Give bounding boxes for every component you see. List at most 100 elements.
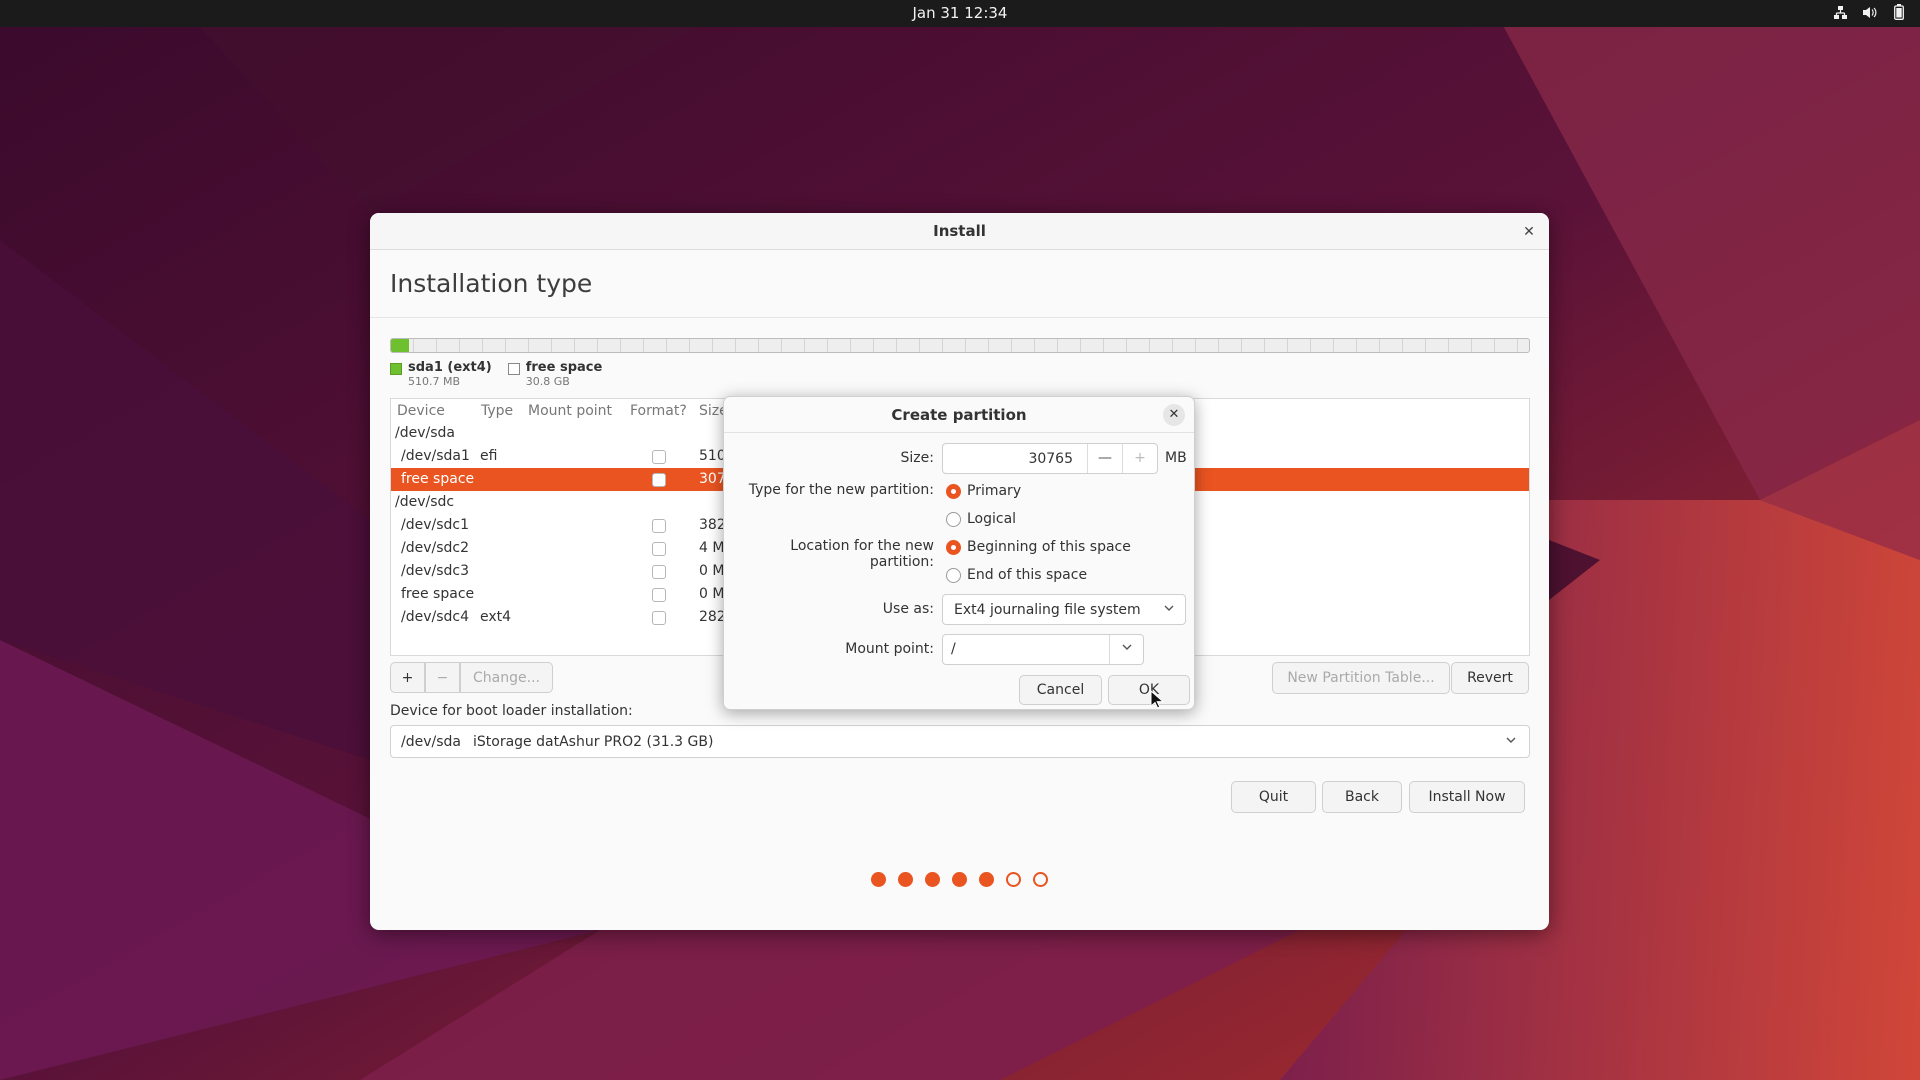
column-header-type[interactable]: Type bbox=[481, 403, 513, 419]
beginning-label: Beginning of this space bbox=[967, 539, 1131, 555]
mount-point-combo[interactable]: / bbox=[942, 634, 1144, 665]
partition-toolbar: + − Change... bbox=[390, 662, 553, 693]
legend-item: free space 30.8 GB bbox=[507, 360, 603, 388]
change-partition-button[interactable]: Change... bbox=[460, 662, 553, 693]
primary-label: Primary bbox=[967, 483, 1022, 499]
quit-button[interactable]: Quit bbox=[1231, 781, 1316, 813]
column-header-device[interactable]: Device bbox=[397, 403, 445, 419]
new-partition-table-button[interactable]: New Partition Table... bbox=[1272, 662, 1450, 694]
size-spinbox[interactable]: 30765 — + bbox=[942, 443, 1158, 474]
device-cell: /dev/sda bbox=[395, 425, 455, 441]
radio-unselected-icon bbox=[946, 511, 961, 527]
progress-dot bbox=[871, 872, 886, 887]
logical-label: Logical bbox=[967, 511, 1017, 527]
use-as-value: Ext4 journaling file system bbox=[954, 602, 1141, 618]
end-label: End of this space bbox=[967, 567, 1088, 583]
cancel-button[interactable]: Cancel bbox=[1019, 675, 1102, 705]
location-label: Location for the new partition: bbox=[790, 538, 934, 570]
mount-point-value: / bbox=[951, 641, 956, 657]
size-cell: 307 bbox=[699, 471, 726, 487]
format-checkbox[interactable] bbox=[652, 611, 666, 625]
size-value: 30765 bbox=[1028, 451, 1073, 467]
volume-icon[interactable] bbox=[1862, 4, 1877, 20]
legend-item: sda1 (ext4) 510.7 MB bbox=[390, 360, 492, 388]
legend-size: 510.7 MB bbox=[408, 375, 461, 388]
device-cell: /dev/sdc1 bbox=[401, 517, 470, 533]
mouse-cursor-icon bbox=[1150, 689, 1165, 710]
back-button[interactable]: Back bbox=[1322, 781, 1402, 813]
remove-partition-button[interactable]: − bbox=[425, 662, 460, 693]
column-header-format[interactable]: Format? bbox=[630, 403, 687, 419]
legend-name: free space bbox=[525, 360, 603, 375]
radio-selected-icon bbox=[946, 539, 961, 555]
use-as-select[interactable]: Ext4 journaling file system bbox=[942, 594, 1186, 625]
format-checkbox[interactable] bbox=[652, 542, 666, 556]
progress-dot bbox=[979, 872, 994, 887]
progress-dot bbox=[1033, 872, 1048, 887]
size-cell: 282 bbox=[699, 609, 726, 625]
ok-button[interactable]: OK bbox=[1108, 675, 1190, 705]
clock[interactable]: Jan 31 12:34 bbox=[0, 4, 1920, 22]
boot-device-description: iStorage datAshur PRO2 (31.3 GB) bbox=[473, 734, 714, 750]
boot-loader-label: Device for boot loader installation: bbox=[390, 703, 633, 719]
column-header-mount-point[interactable]: Mount point bbox=[528, 403, 612, 419]
increment-button[interactable]: + bbox=[1122, 444, 1157, 473]
partition-legend: sda1 (ext4) 510.7 MB free space 30.8 GB bbox=[390, 360, 602, 388]
legend-swatch bbox=[507, 363, 520, 375]
install-now-button[interactable]: Install Now bbox=[1409, 781, 1525, 813]
type-label: Type for the new partition: bbox=[748, 482, 934, 498]
close-icon[interactable]: ✕ bbox=[1519, 222, 1539, 242]
progress-dot bbox=[952, 872, 967, 887]
size-label: Size: bbox=[900, 450, 934, 466]
format-checkbox[interactable] bbox=[652, 565, 666, 579]
logical-radio[interactable]: Logical bbox=[946, 511, 1016, 527]
mount-point-label: Mount point: bbox=[845, 641, 934, 657]
format-checkbox[interactable] bbox=[652, 588, 666, 602]
radio-selected-icon bbox=[946, 483, 961, 499]
size-cell: 0 M bbox=[699, 586, 725, 602]
end-radio[interactable]: End of this space bbox=[946, 567, 1087, 583]
system-tray[interactable] bbox=[1833, 4, 1906, 20]
type-cell: ext4 bbox=[480, 609, 512, 625]
chevron-down-icon[interactable] bbox=[1109, 635, 1143, 664]
add-partition-button[interactable]: + bbox=[390, 662, 425, 693]
top-bar: Jan 31 12:34 bbox=[0, 0, 1920, 27]
revert-button[interactable]: Revert bbox=[1451, 662, 1529, 694]
used-partition-segment bbox=[391, 339, 409, 352]
disk-usage-bar bbox=[390, 338, 1530, 353]
page-title: Installation type bbox=[390, 269, 593, 298]
format-checkbox[interactable] bbox=[652, 473, 666, 487]
format-checkbox[interactable] bbox=[652, 519, 666, 533]
progress-dot bbox=[898, 872, 913, 887]
size-cell: 382 bbox=[699, 517, 726, 533]
decrement-button[interactable]: — bbox=[1087, 444, 1122, 473]
size-cell: 0 M bbox=[699, 563, 725, 579]
create-partition-dialog: Create partition ✕ Size: 30765 — + MB Ty… bbox=[723, 396, 1195, 710]
primary-radio[interactable]: Primary bbox=[946, 483, 1021, 499]
close-icon[interactable]: ✕ bbox=[1163, 404, 1185, 426]
device-cell: /dev/sdc4 bbox=[401, 609, 470, 625]
device-cell: free space bbox=[401, 586, 475, 602]
device-cell: /dev/sdc3 bbox=[401, 563, 470, 579]
progress-dot bbox=[925, 872, 940, 887]
dialog-title: Create partition bbox=[724, 397, 1194, 433]
type-cell: efi bbox=[480, 448, 498, 464]
radio-unselected-icon bbox=[946, 567, 961, 583]
network-icon[interactable] bbox=[1833, 4, 1848, 20]
use-as-label: Use as: bbox=[882, 601, 934, 617]
boot-loader-select[interactable]: /dev/sda iStorage datAshur PRO2 (31.3 GB… bbox=[390, 725, 1530, 758]
format-checkbox[interactable] bbox=[652, 450, 666, 464]
device-cell: free space bbox=[401, 471, 475, 487]
beginning-radio[interactable]: Beginning of this space bbox=[946, 539, 1131, 555]
device-cell: /dev/sdc bbox=[395, 494, 455, 510]
window-title: Install bbox=[933, 222, 986, 240]
battery-icon[interactable] bbox=[1891, 4, 1906, 20]
chevron-down-icon bbox=[1163, 602, 1175, 618]
legend-name: sda1 (ext4) bbox=[408, 360, 492, 375]
device-cell: /dev/sda1 bbox=[401, 448, 470, 464]
legend-size: 30.8 GB bbox=[525, 375, 570, 388]
progress-dots bbox=[370, 872, 1549, 887]
legend-swatch bbox=[390, 363, 402, 375]
size-unit: MB bbox=[1165, 450, 1187, 466]
chevron-down-icon bbox=[1505, 734, 1517, 750]
